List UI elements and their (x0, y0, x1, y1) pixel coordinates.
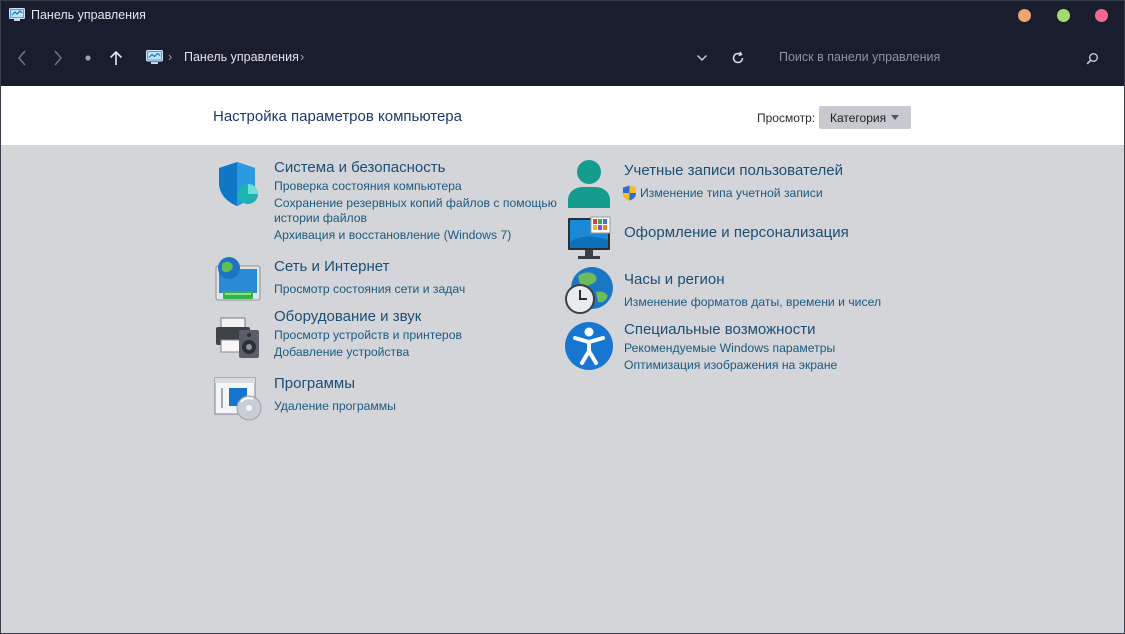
link-uninstall-program[interactable]: Удаление программы (274, 398, 396, 414)
link-network-status[interactable]: Просмотр состояния сети и задач (274, 281, 465, 297)
chevron-down-icon (696, 54, 708, 62)
link-backup-restore[interactable]: Архивация и восстановление (Windows 7) (274, 227, 511, 243)
view-by-value: Категория (830, 111, 887, 125)
caret-down-icon (891, 115, 899, 120)
search-button[interactable] (1080, 46, 1104, 70)
control-panel-icon[interactable] (146, 50, 163, 65)
content-header: Настройка параметров компьютера Просмотр… (1, 86, 1124, 145)
breadcrumb-separator-icon[interactable]: › (168, 49, 172, 64)
minimize-button[interactable] (1018, 9, 1031, 22)
category-title-network-internet[interactable]: Сеть и Интернет (274, 258, 390, 275)
shield-icon[interactable] (213, 159, 263, 209)
category-title-user-accounts[interactable]: Учетные записи пользователей (624, 162, 843, 179)
view-by-label: Просмотр: (757, 111, 816, 125)
view-by-dropdown[interactable]: Категория (819, 106, 911, 129)
title-bar: Панель управления (0, 0, 1125, 32)
link-devices-printers[interactable]: Просмотр устройств и принтеров (274, 327, 462, 343)
dot-icon (85, 55, 91, 61)
network-globe-icon[interactable] (213, 254, 263, 304)
up-button[interactable] (104, 46, 128, 70)
uac-shield-icon (623, 185, 636, 201)
link-optimize-display[interactable]: Оптимизация изображения на экране (624, 357, 837, 373)
printer-speaker-icon[interactable] (213, 312, 263, 362)
recent-locations-button[interactable] (76, 46, 100, 70)
link-recommended-settings[interactable]: Рекомендуемые Windows параметры (624, 340, 835, 356)
page-title: Настройка параметров компьютера (213, 108, 462, 125)
arrow-up-icon (109, 50, 123, 65)
link-file-history-backup[interactable]: Сохранение резервных копий файлов с помо… (274, 195, 557, 211)
search-icon (1086, 52, 1098, 64)
category-title-programs[interactable]: Программы (274, 375, 355, 392)
globe-clock-icon[interactable] (564, 266, 614, 316)
breadcrumb-item[interactable]: Панель управления (184, 50, 299, 64)
category-title-clock-region[interactable]: Часы и регион (624, 271, 725, 288)
navigation-bar: › Панель управления › Поиск в панели упр… (0, 32, 1125, 86)
chevron-left-icon (17, 50, 26, 66)
address-dropdown-button[interactable] (690, 46, 714, 70)
search-input[interactable]: Поиск в панели управления (779, 50, 940, 64)
refresh-icon (732, 51, 744, 64)
breadcrumb-separator-icon[interactable]: › (300, 49, 304, 64)
category-title-hardware-sound[interactable]: Оборудование и звук (274, 308, 421, 325)
maximize-button[interactable] (1057, 9, 1070, 22)
category-title-ease-of-access[interactable]: Специальные возможности (624, 321, 816, 338)
back-button[interactable] (10, 46, 34, 70)
accessibility-icon[interactable] (564, 321, 614, 371)
link-date-time-formats[interactable]: Изменение форматов даты, времени и чисел (624, 294, 881, 310)
category-title-appearance-personalization[interactable]: Оформление и персонализация (624, 224, 849, 241)
category-title-system-security[interactable]: Система и безопасность (274, 159, 445, 176)
link-check-computer-status[interactable]: Проверка состояния компьютера (274, 178, 462, 194)
forward-button[interactable] (46, 46, 70, 70)
programs-disc-icon[interactable] (213, 374, 263, 424)
link-file-history-backup-cont[interactable]: истории файлов (274, 210, 367, 226)
refresh-button[interactable] (726, 46, 750, 70)
user-account-icon[interactable] (564, 158, 614, 208)
chevron-right-icon (54, 50, 63, 66)
link-change-account-type[interactable]: Изменение типа учетной записи (640, 185, 823, 201)
link-add-device[interactable]: Добавление устройства (274, 344, 409, 360)
monitor-personalization-icon[interactable] (564, 214, 614, 264)
close-button[interactable] (1095, 9, 1108, 22)
window-title: Панель управления (31, 8, 146, 22)
control-panel-icon (9, 8, 25, 21)
